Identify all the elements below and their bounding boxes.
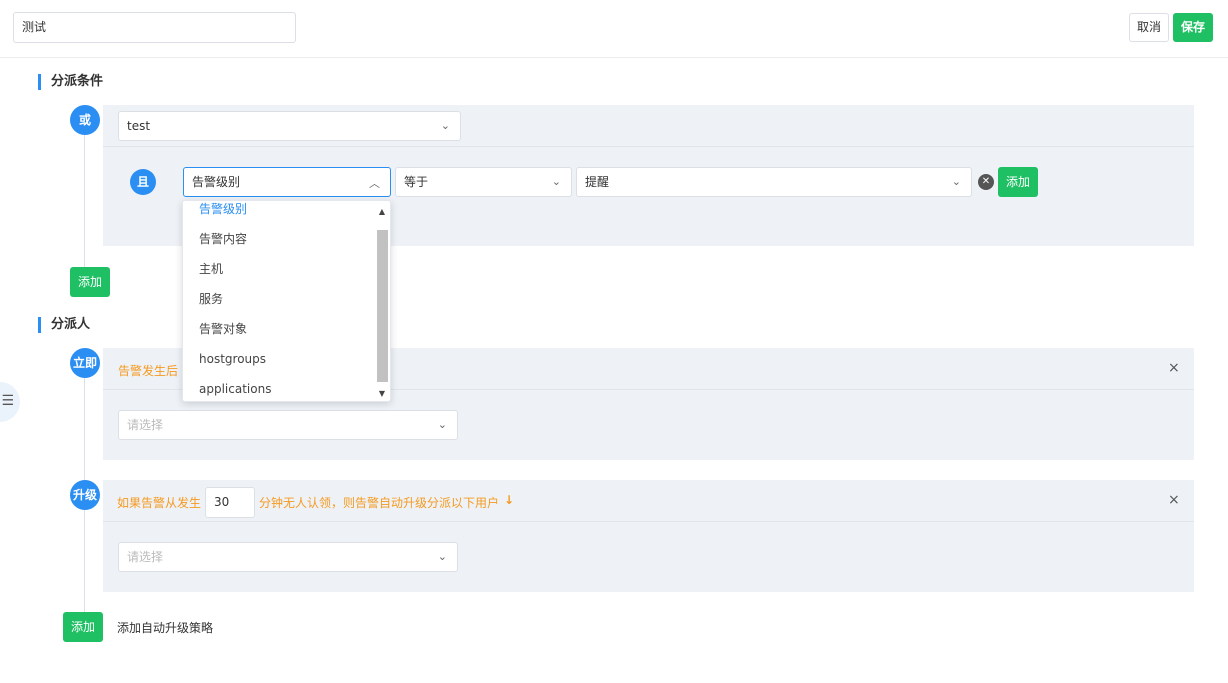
- immediate-assignee-select[interactable]: 请选择 ⌄: [118, 410, 458, 440]
- chevron-up-icon: ︿: [369, 177, 380, 190]
- chevron-down-icon: ⌄: [437, 550, 447, 563]
- escalate-minutes-input[interactable]: 30: [205, 487, 255, 518]
- field-select[interactable]: 告警级别 ︿: [183, 167, 391, 197]
- scroll-down-icon[interactable]: ▼: [376, 389, 388, 398]
- field-option[interactable]: 告警内容: [199, 224, 247, 254]
- section-title-assignees: 分派人: [38, 317, 90, 333]
- add-escalation-button[interactable]: 添加: [63, 612, 103, 642]
- immediate-badge: 立即: [70, 348, 100, 378]
- add-escalation-policy-text: 添加自动升级策略: [117, 621, 214, 635]
- field-select-value: 告警级别: [192, 175, 241, 189]
- field-option[interactable]: hostgroups: [199, 344, 266, 374]
- field-option[interactable]: 告警级别: [199, 201, 247, 224]
- field-option[interactable]: 主机: [199, 254, 223, 284]
- header-divider: [0, 57, 1228, 58]
- immediate-select-placeholder: 请选择: [127, 418, 164, 432]
- side-panel-toggle[interactable]: ☰: [0, 382, 20, 422]
- arrow-down-icon: ↓: [504, 493, 515, 507]
- field-option[interactable]: 服务: [199, 284, 223, 314]
- escalate-select-placeholder: 请选择: [127, 550, 164, 564]
- field-option[interactable]: 告警对象: [199, 314, 247, 344]
- escalate-text-before: 如果告警从发生: [117, 496, 202, 510]
- field-dropdown: 告警级别 告警内容 主机 服务 告警对象 hostgroups applicat…: [182, 200, 391, 402]
- add-condition-group-button[interactable]: 添加: [70, 267, 110, 297]
- or-badge: 或: [70, 105, 100, 135]
- section-title-conditions: 分派条件: [38, 74, 103, 90]
- operator-select-value: 等于: [404, 175, 429, 189]
- panel-divider: [103, 521, 1194, 522]
- chevron-down-icon: ⌄: [551, 175, 561, 188]
- chevron-down-icon: ⌄: [951, 175, 961, 188]
- condition-group-value: test: [127, 119, 151, 133]
- field-option[interactable]: applications: [199, 374, 271, 401]
- chevron-down-icon: ⌄: [437, 418, 447, 431]
- condition-group-select[interactable]: test ⌄: [118, 111, 461, 141]
- value-select[interactable]: 提醒 ⌄: [576, 167, 972, 197]
- value-select-value: 提醒: [585, 175, 610, 189]
- remove-condition-icon[interactable]: ✕: [978, 174, 994, 190]
- scroll-up-icon[interactable]: ▲: [376, 207, 388, 216]
- conditions-timeline: [84, 120, 85, 280]
- list-icon: ☰: [1, 393, 14, 409]
- chevron-down-icon: ⌄: [440, 119, 450, 132]
- dropdown-scrollbar[interactable]: ▲ ▼: [376, 205, 388, 399]
- rule-name-input[interactable]: 测试: [13, 12, 296, 43]
- cancel-button[interactable]: 取消: [1129, 13, 1169, 42]
- and-badge: 且: [130, 169, 156, 195]
- close-icon[interactable]: ×: [1168, 492, 1180, 508]
- scrollbar-thumb[interactable]: [377, 230, 388, 382]
- immediate-text: 告警发生后: [118, 364, 179, 378]
- panel-divider: [103, 146, 1194, 147]
- save-button[interactable]: 保存: [1173, 13, 1213, 42]
- close-icon[interactable]: ×: [1168, 360, 1180, 376]
- escalate-badge: 升级: [70, 480, 100, 510]
- operator-select[interactable]: 等于 ⌄: [395, 167, 572, 197]
- escalate-assignee-select[interactable]: 请选择 ⌄: [118, 542, 458, 572]
- escalate-text-after: 分钟无人认领，则告警自动升级分派以下用户: [259, 496, 500, 510]
- add-condition-button[interactable]: 添加: [998, 167, 1038, 197]
